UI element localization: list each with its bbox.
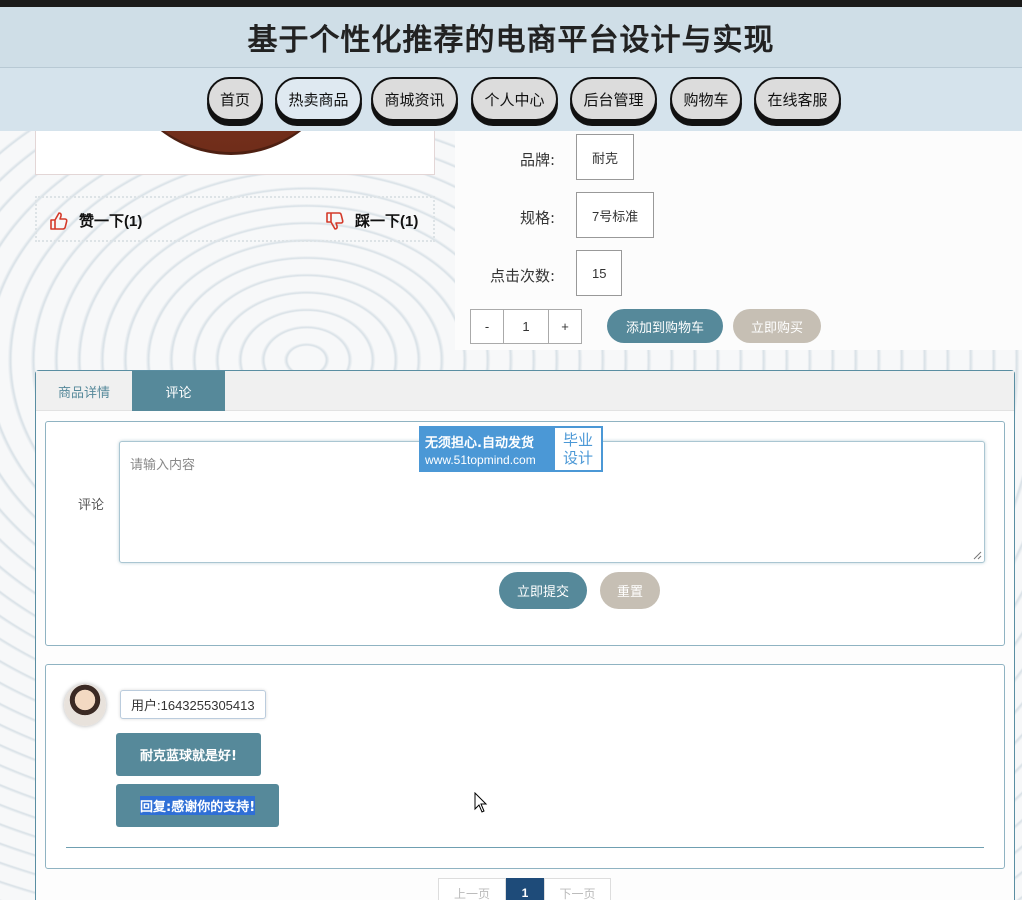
- spec-label: 规格:: [519, 209, 555, 227]
- main-nav: 首页 热卖商品 商城资讯 个人中心 后台管理 购物车 在线客服: [0, 68, 1022, 131]
- dislike-button[interactable]: 踩一下(1): [325, 210, 418, 231]
- avatar: [64, 684, 106, 726]
- watermark-banner: 无须担心.自动发货 www.51topmind.com 毕业 设计: [419, 426, 603, 472]
- clicks-label: 点击次数:: [489, 267, 555, 285]
- watermark-right: 毕业 设计: [555, 428, 601, 470]
- qty-plus-button[interactable]: +: [548, 309, 582, 344]
- comment-user: 用户:1643255305413: [120, 690, 266, 719]
- basketball-image: [111, 131, 351, 155]
- resize-handle-icon[interactable]: [972, 550, 982, 560]
- like-button[interactable]: 赞一下(1): [49, 210, 142, 231]
- watermark-right1: 毕业: [562, 431, 593, 449]
- comment-content: 耐克蓝球就是好!: [116, 733, 261, 776]
- comment-reply: 回复:感谢你的支持!: [116, 784, 280, 827]
- site-title: 基于个性化推荐的电商平台设计与实现: [247, 23, 775, 58]
- pager-next[interactable]: 下一页: [544, 878, 611, 900]
- add-to-cart-button[interactable]: 添加到购物车: [607, 309, 723, 343]
- nav-item-customer-service[interactable]: 在线客服: [754, 77, 841, 121]
- mouse-cursor-icon: [474, 792, 488, 813]
- product-info-panel: 品牌: 耐克 规格: 7号标准 点击次数: 15 - 1 + 添加到购物车 立即…: [455, 131, 1022, 350]
- nav-item-news[interactable]: 商城资讯: [371, 77, 458, 121]
- nav-item-personal-center[interactable]: 个人中心: [471, 77, 558, 121]
- watermark-line1: 无须担心.自动发货: [425, 435, 534, 451]
- brand-value: 耐克: [576, 134, 635, 180]
- clicks-value: 15: [576, 250, 623, 296]
- comment-divider: [66, 847, 984, 848]
- comment-label: 评论: [78, 498, 105, 513]
- watermark-right2: 设计: [562, 449, 593, 467]
- site-header: 基于个性化推荐的电商平台设计与实现: [0, 7, 1022, 68]
- tab-bar: 商品详情 评论: [36, 371, 1014, 411]
- submit-comment-button[interactable]: 立即提交: [499, 572, 587, 609]
- brand-label: 品牌:: [519, 151, 555, 169]
- like-label: 赞一下(1): [79, 213, 143, 230]
- top-window-bar: [0, 0, 1022, 7]
- nav-item-home[interactable]: 首页: [207, 77, 263, 121]
- buy-now-button[interactable]: 立即购买: [733, 309, 821, 343]
- thumbs-up-icon: [50, 211, 68, 230]
- qty-minus-button[interactable]: -: [470, 309, 504, 344]
- vote-panel: 赞一下(1) 踩一下(1): [35, 196, 435, 242]
- watermark-line2: www.51topmind.com: [425, 452, 536, 467]
- tab-comments[interactable]: 评论: [132, 371, 225, 411]
- nav-item-admin[interactable]: 后台管理: [570, 77, 657, 121]
- pager-prev[interactable]: 上一页: [438, 878, 506, 900]
- spec-value: 7号标准: [576, 192, 655, 238]
- product-image: [35, 131, 435, 175]
- nav-item-hot-products[interactable]: 热卖商品: [275, 77, 362, 121]
- tab-product-detail[interactable]: 商品详情: [36, 371, 132, 411]
- dislike-label: 踩一下(1): [355, 213, 419, 230]
- qty-input[interactable]: 1: [503, 309, 549, 344]
- comment-reply-text: 回复:感谢你的支持!: [140, 796, 256, 815]
- thumbs-down-icon: [326, 211, 344, 230]
- reset-button[interactable]: 重置: [600, 572, 660, 609]
- watermark-left: 无须担心.自动发货 www.51topmind.com: [421, 428, 555, 470]
- nav-item-cart[interactable]: 购物车: [670, 77, 742, 121]
- pager-current[interactable]: 1: [506, 878, 544, 900]
